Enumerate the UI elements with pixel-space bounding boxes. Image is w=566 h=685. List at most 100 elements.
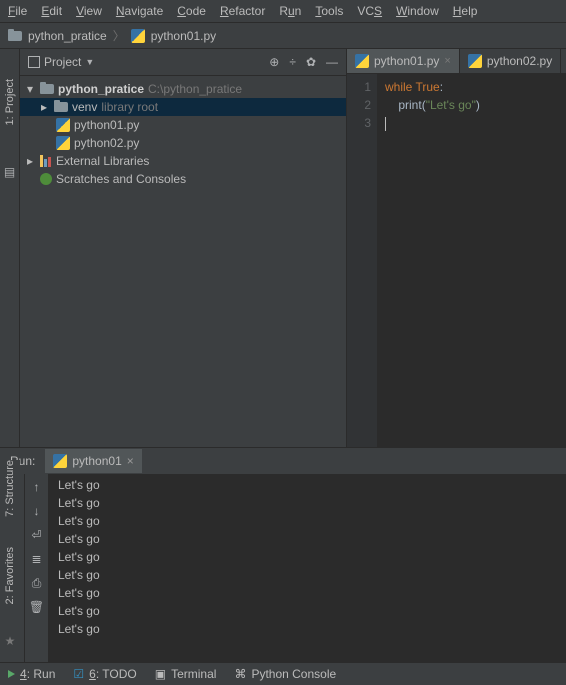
tree-file2-name: python02.py [74,136,139,150]
python-file-icon [56,136,70,150]
line-number: 3 [347,114,371,132]
terminal-icon: ▣ [155,667,166,681]
locate-icon[interactable]: ⊕ [269,55,279,69]
run-header: Run: python01 × [0,448,566,474]
output-line: Let's go [58,530,556,548]
close-icon[interactable]: × [444,55,450,67]
output-line: Let's go [58,566,556,584]
editor-body[interactable]: 1 2 3 while True: print("Let's go") [347,74,566,447]
menu-navigate[interactable]: Navigate [116,4,163,18]
project-panel-title[interactable]: Project [44,55,81,69]
print-icon[interactable]: ⎙ [30,576,44,590]
run-panel: Run: python01 × ↻ ■ ∥ ⎋ 📌 ↑ ↓ ⏎ ≣ ⎙ 🗑 Le… [0,447,566,662]
editor-tab-python01[interactable]: python01.py × [347,49,460,73]
arrow-right-icon[interactable]: ▸ [38,100,50,114]
output-line: Let's go [58,548,556,566]
python-file-icon [131,29,145,43]
gear-icon[interactable]: ✿ [306,55,316,69]
editor-area: python01.py × python02.py 1 2 3 while Tr… [347,49,566,447]
close-icon[interactable]: × [127,454,134,468]
tree-file-python02[interactable]: python02.py [20,134,346,152]
tree-root-name: python_pratice [58,82,144,96]
star-icon[interactable]: ★ [5,634,16,648]
status-todo[interactable]: ☑ 6: TODO [73,667,136,681]
menu-run[interactable]: Run [279,4,301,18]
tool-structure[interactable]: 7: Structure [4,460,16,517]
arrow-right-icon[interactable]: ▸ [24,154,36,168]
project-panel: Project ▼ ⊕ ÷ ✿ — ▾ python_pratice C:\py… [20,49,347,447]
left-strip-lower: 7: Structure 2: Favorites ★ [0,460,20,648]
tool-favorites[interactable]: 2: Favorites [4,547,16,604]
left-tool-strip: 1: Project ▤ [0,49,20,447]
menu-vcs[interactable]: VCS [357,4,382,18]
project-panel-header: Project ▼ ⊕ ÷ ✿ — [20,49,346,76]
project-tree: ▾ python_pratice C:\python_pratice ▸ ven… [20,76,346,192]
line-number: 2 [347,96,371,114]
menu-refactor[interactable]: Refactor [220,4,265,18]
trash-icon[interactable]: 🗑 [30,600,44,614]
run-tab-name: python01 [72,454,121,468]
tree-file1-name: python01.py [74,118,139,132]
menu-bar: FFileile Edit View Navigate Code Refacto… [0,0,566,23]
breadcrumb-folder[interactable]: python_pratice [28,29,107,43]
tree-root[interactable]: ▾ python_pratice C:\python_pratice [20,80,346,98]
python-file-icon [53,454,67,468]
tree-scratches[interactable]: Scratches and Consoles [20,170,346,188]
python-file-icon [56,118,70,132]
chevron-icon: 〉 [113,27,125,44]
run-tools-right: ↑ ↓ ⏎ ≣ ⎙ 🗑 [24,474,48,662]
tool-project[interactable]: 1: Project [4,79,16,125]
status-terminal[interactable]: ▣ Terminal [155,667,217,681]
editor-tabs: python01.py × python02.py [347,49,566,74]
menu-file[interactable]: FFileile [8,4,27,18]
output-line: Let's go [58,620,556,638]
tree-extlib-name: External Libraries [56,154,149,168]
arrow-down-icon[interactable]: ▾ [24,82,36,96]
tree-venv[interactable]: ▸ venv library root [20,98,346,116]
line-number: 1 [347,78,371,96]
todo-icon: ☑ [73,667,84,681]
scroll-icon[interactable]: ≣ [30,552,44,566]
project-view-icon [28,56,40,68]
folder-icon [40,84,54,94]
run-tab[interactable]: python01 × [45,449,141,473]
menu-help[interactable]: Help [453,4,478,18]
scratches-icon [40,173,52,185]
left-strip-icon[interactable]: ▤ [4,165,15,179]
menu-view[interactable]: View [76,4,102,18]
dropdown-arrow-icon[interactable]: ▼ [85,57,94,67]
main-area: 1: Project ▤ Project ▼ ⊕ ÷ ✿ — ▾ python_… [0,49,566,447]
tree-root-path: C:\python_pratice [148,82,242,96]
tree-external-libraries[interactable]: ▸ External Libraries [20,152,346,170]
breadcrumb-file[interactable]: python01.py [151,29,216,43]
menu-edit[interactable]: Edit [41,4,62,18]
wrap-icon[interactable]: ⏎ [30,528,44,542]
python-file-icon [355,54,369,68]
tree-file-python01[interactable]: python01.py [20,116,346,134]
status-run[interactable]: 4: Run [8,667,55,681]
hide-icon[interactable]: — [326,55,338,69]
output-line: Let's go [58,512,556,530]
output-line: Let's go [58,602,556,620]
collapse-icon[interactable]: ÷ [289,55,296,69]
up-icon[interactable]: ↑ [30,480,44,494]
menu-window[interactable]: Window [396,4,439,18]
output-line: Let's go [58,494,556,512]
status-python-console[interactable]: ⌘ Python Console [234,667,336,681]
tree-scratches-name: Scratches and Consoles [56,172,186,186]
python-file-icon [468,54,482,68]
tree-venv-hint: library root [101,100,158,114]
down-icon[interactable]: ↓ [30,504,44,518]
folder-icon [8,31,22,41]
text-cursor [385,117,386,131]
output-line: Let's go [58,476,556,494]
tab-label: python01.py [374,54,439,68]
editor-tab-python02[interactable]: python02.py [460,49,561,73]
python-icon: ⌘ [234,667,246,681]
menu-tools[interactable]: Tools [315,4,343,18]
console-output[interactable]: Let's go Let's go Let's go Let's go Let'… [48,474,566,662]
menu-code[interactable]: Code [177,4,206,18]
tab-label: python02.py [487,54,552,68]
editor-gutter: 1 2 3 [347,74,377,447]
code-content[interactable]: while True: print("Let's go") [377,74,566,447]
